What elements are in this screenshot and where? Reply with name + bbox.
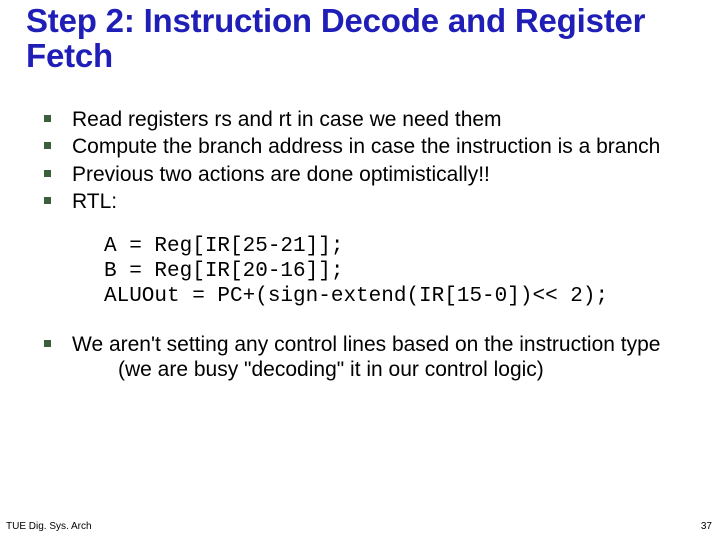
page-number: 37 xyxy=(701,521,712,532)
bullet-list-1: Read registers rs and rt in case we need… xyxy=(26,107,694,214)
footer-source: TUE Dig. Sys. Arch xyxy=(6,521,92,532)
bullet-text: We aren't setting any control lines base… xyxy=(72,333,660,356)
list-item: Read registers rs and rt in case we need… xyxy=(44,107,694,132)
rtl-code-block: A = Reg[IR[25-21]]; B = Reg[IR[20-16]]; … xyxy=(104,234,694,310)
bullet-list-2: We aren't setting any control lines base… xyxy=(26,332,694,382)
list-item: We aren't setting any control lines base… xyxy=(44,332,694,382)
bullet-text: Previous two actions are done optimistic… xyxy=(72,163,490,186)
bullet-text: Read registers rs and rt in case we need… xyxy=(72,108,502,131)
bullet-text: Compute the branch address in case the i… xyxy=(72,135,660,158)
list-item: Compute the branch address in case the i… xyxy=(44,134,694,159)
bullet-text: RTL: xyxy=(72,190,117,213)
slide: Step 2: Instruction Decode and Register … xyxy=(0,0,720,540)
list-item: RTL: xyxy=(44,189,694,214)
bullet-subtext: (we are busy "decoding" it in our contro… xyxy=(72,357,694,382)
list-item: Previous two actions are done optimistic… xyxy=(44,162,694,187)
slide-title: Step 2: Instruction Decode and Register … xyxy=(26,4,694,73)
